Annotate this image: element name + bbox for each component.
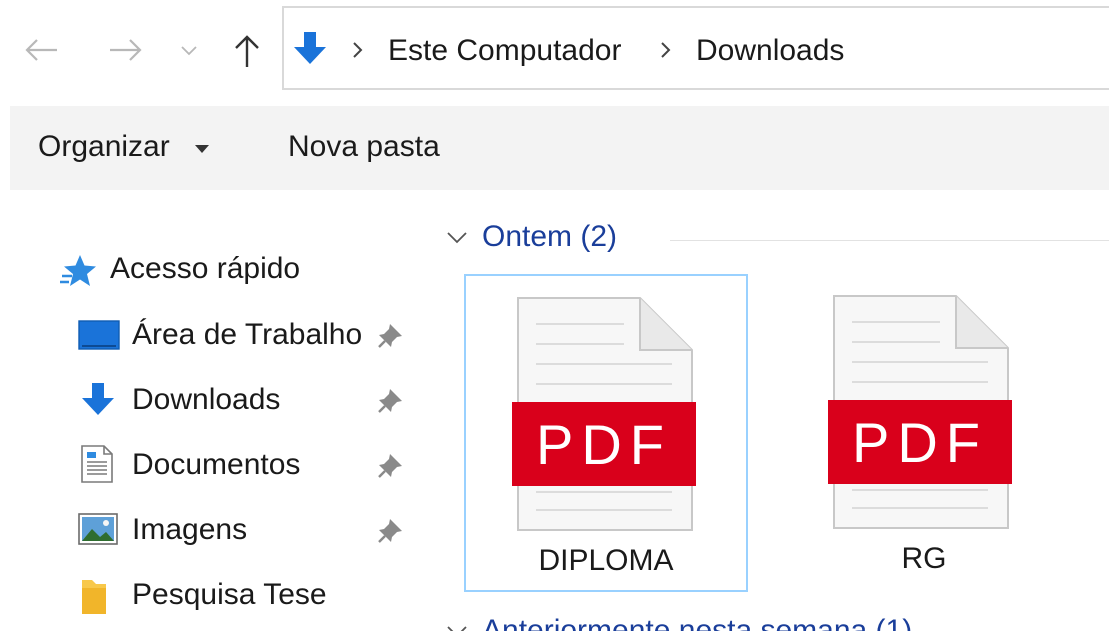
sidebar-item-label: Documentos: [132, 448, 301, 481]
sidebar-item-area-de-trabalho[interactable]: Área de Trabalho: [0, 306, 420, 362]
file-name: DIPLOMA: [538, 544, 674, 577]
file-name: RG: [901, 542, 947, 575]
organize-button[interactable]: Organizar: [38, 130, 170, 164]
sidebar-item-pesquisa-tese[interactable]: Pesquisa Tese: [0, 566, 420, 622]
group-label: Ontem (2): [482, 220, 618, 253]
chevron-down-icon[interactable]: [446, 624, 468, 631]
download-arrow-icon: [82, 383, 114, 415]
file-tile-rg[interactable]: PDF RG: [782, 274, 1066, 592]
arrow-up-icon: [235, 35, 259, 67]
breadcrumb-downloads[interactable]: Downloads: [696, 34, 844, 68]
sidebar-item-quick-access[interactable]: Acesso rápido: [0, 242, 420, 298]
sidebar-item-imagens[interactable]: Imagens: [0, 501, 420, 557]
navigation-bar: Este Computador Downloads: [0, 0, 1109, 104]
sidebar-item-label: Downloads: [132, 383, 281, 416]
recent-locations-button[interactable]: [174, 36, 204, 66]
sidebar-item-label: Imagens: [132, 513, 248, 546]
navigation-pane: Acesso rápido Área de Trabalho Downloads: [0, 190, 420, 631]
desktop-icon: [78, 320, 120, 350]
folder-icon: [82, 580, 106, 614]
forward-button[interactable]: [103, 28, 149, 72]
group-header-ontem[interactable]: Ontem (2): [444, 220, 1109, 260]
pin-icon[interactable]: [376, 450, 406, 480]
chevron-right-icon: [353, 42, 363, 58]
chevron-down-icon[interactable]: [446, 230, 468, 246]
chevron-right-icon: [661, 42, 671, 58]
pdf-label: PDF: [536, 413, 672, 476]
sidebar-item-documentos[interactable]: Documentos: [0, 436, 420, 492]
up-button[interactable]: [224, 26, 270, 76]
group-header-anteriormente[interactable]: Anteriormente nesta semana (1): [444, 614, 1109, 631]
sidebar-item-label: Área de Trabalho: [132, 318, 363, 351]
sidebar-item-label: Acesso rápido: [110, 252, 301, 285]
sidebar-item-downloads[interactable]: Downloads: [0, 371, 420, 427]
pin-icon[interactable]: [376, 320, 406, 350]
pdf-file-icon: PDF: [512, 297, 696, 531]
group-label: Anteriormente nesta semana (1): [482, 614, 913, 631]
pin-icon[interactable]: [376, 515, 406, 545]
star-icon: [60, 255, 96, 286]
documents-icon: [81, 445, 113, 483]
file-list-area: Ontem (2) PDF DIPLOMA PDF RG Anteriormen…: [420, 190, 1109, 631]
download-arrow-icon: [294, 32, 326, 64]
new-folder-button[interactable]: Nova pasta: [288, 130, 440, 164]
pdf-file-icon: PDF: [828, 295, 1012, 529]
sidebar-item-label: Pesquisa Tese: [132, 578, 327, 611]
arrow-right-icon: [110, 39, 142, 61]
group-divider: [670, 240, 1109, 241]
pictures-icon: [78, 513, 118, 545]
caret-down-icon[interactable]: [194, 144, 210, 154]
chevron-down-icon: [181, 46, 197, 56]
arrow-left-icon: [25, 39, 57, 61]
file-explorer-window: Este Computador Downloads Organizar Nova…: [0, 0, 1109, 631]
back-button[interactable]: [18, 28, 64, 72]
address-bar[interactable]: Este Computador Downloads: [282, 6, 1109, 90]
pin-icon[interactable]: [376, 385, 406, 415]
command-bar: Organizar Nova pasta: [10, 106, 1109, 190]
breadcrumb-este-computador[interactable]: Este Computador: [388, 34, 621, 68]
file-tile-diploma[interactable]: PDF DIPLOMA: [464, 274, 748, 592]
pdf-label: PDF: [852, 411, 988, 474]
